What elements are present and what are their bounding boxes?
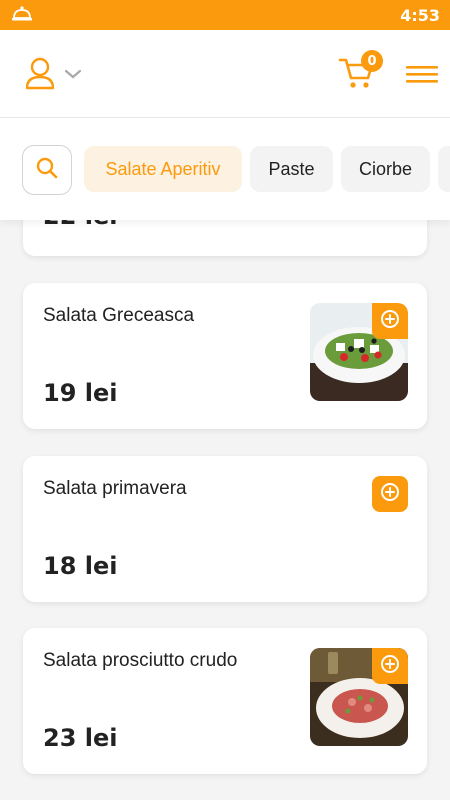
category-chip-paste[interactable]: Paste <box>250 146 333 192</box>
category-filter-bar: Salate Aperitiv Paste Ciorbe <box>0 118 450 220</box>
user-menu-button[interactable] <box>24 56 82 95</box>
product-name: Salata prosciutto crudo <box>43 650 238 671</box>
add-to-cart-button[interactable] <box>372 476 408 512</box>
plus-circle-icon <box>380 482 400 507</box>
product-price: 19 lei <box>43 379 118 407</box>
product-image <box>310 303 408 401</box>
product-image <box>310 648 408 746</box>
add-to-cart-button[interactable] <box>372 648 408 684</box>
product-card[interactable]: Salata prosciutto crudo 23 lei <box>23 628 427 774</box>
category-chip-salate-aperitiv[interactable]: Salate Aperitiv <box>84 146 242 192</box>
product-price: 18 lei <box>43 552 118 580</box>
category-chip-ciorbe[interactable]: Ciorbe <box>341 146 430 192</box>
product-price: 23 lei <box>43 724 118 752</box>
user-icon <box>24 56 56 95</box>
bell-notification-icon <box>10 3 34 28</box>
hamburger-icon <box>406 66 438 88</box>
category-chip-next[interactable] <box>438 146 450 192</box>
hamburger-menu-button[interactable] <box>406 64 438 84</box>
status-time: 4:53 <box>400 5 440 25</box>
product-list: 22 lei Salata Greceasca 19 lei <box>0 118 450 800</box>
category-chip-label: Ciorbe <box>358 158 413 179</box>
add-to-cart-button[interactable] <box>372 303 408 339</box>
cart-count-badge: 0 <box>361 50 383 72</box>
product-name: Salata primavera <box>43 478 187 499</box>
search-button[interactable] <box>22 145 72 195</box>
top-bar: 0 <box>0 30 450 118</box>
plus-circle-icon <box>380 309 400 334</box>
category-chip-label: Salate Aperitiv <box>105 158 221 179</box>
category-chip-label: Paste <box>268 158 315 179</box>
status-bar: 4:53 <box>0 0 450 30</box>
plus-circle-icon <box>380 654 400 679</box>
product-card[interactable]: Salata Greceasca 19 lei <box>23 283 427 429</box>
product-name: Salata Greceasca <box>43 305 195 326</box>
chevron-down-icon <box>64 67 82 85</box>
search-icon <box>35 156 59 185</box>
product-card[interactable]: Salata primavera 18 lei <box>23 456 427 602</box>
cart-icon <box>338 58 376 94</box>
cart-button[interactable]: 0 <box>338 50 383 94</box>
